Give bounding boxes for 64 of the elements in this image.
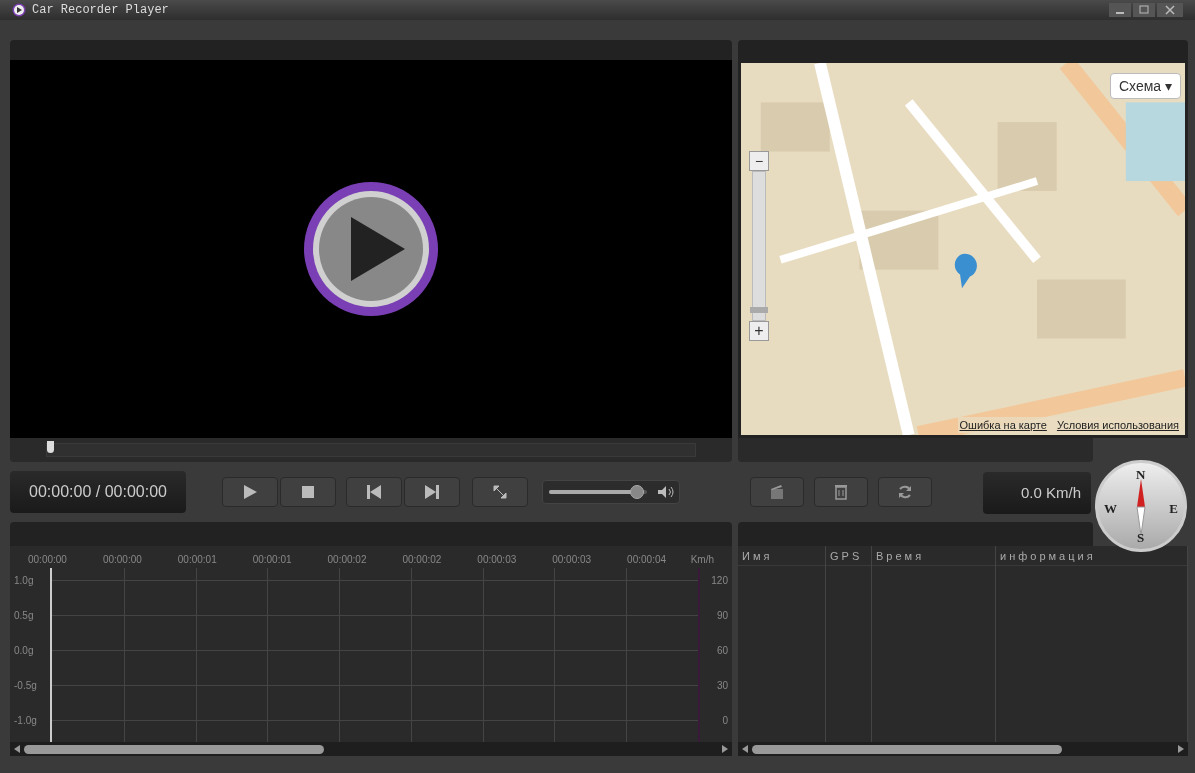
time-tick-label: 00:00:01 xyxy=(177,553,217,567)
time-tick-label: 00:00:02 xyxy=(327,553,367,567)
speed-tick-label: 0 xyxy=(722,714,728,728)
g-force-tick-label: 1.0g xyxy=(14,574,34,588)
delete-button[interactable] xyxy=(814,477,868,507)
compass-west-label: W xyxy=(1104,500,1117,518)
speed-display: 0.0 Km/h xyxy=(983,472,1091,514)
compass-south-label: S xyxy=(1137,528,1145,547)
time-tick-label: 00:00:03 xyxy=(552,553,592,567)
map-layer-dropdown[interactable]: Схема ▾ xyxy=(1109,73,1181,99)
stop-icon xyxy=(302,486,314,498)
scroll-left-icon[interactable] xyxy=(14,745,20,753)
g-force-tick-label: 0.0g xyxy=(14,644,34,658)
axis-unit-label: Km/h xyxy=(690,553,714,567)
app-logo-icon xyxy=(12,3,26,17)
previous-icon xyxy=(366,485,382,499)
compass-north-label: N xyxy=(1136,466,1146,484)
speed-tick-label: 120 xyxy=(711,574,728,588)
time-tick-label: 00:00:02 xyxy=(402,553,442,567)
zoom-slider-thumb[interactable] xyxy=(750,306,768,313)
time-tick-label: 00:00:01 xyxy=(252,553,292,567)
speed-tick-label: 30 xyxy=(716,679,728,693)
refresh-button[interactable] xyxy=(878,477,932,507)
time-display: 00:00:00 / 00:00:00 xyxy=(10,471,186,513)
play-button[interactable] xyxy=(222,477,278,507)
scroll-right-icon[interactable] xyxy=(1178,745,1184,753)
clapperboard-icon xyxy=(770,484,784,500)
compass-east-label: E xyxy=(1169,500,1178,518)
play-icon xyxy=(242,484,258,500)
scroll-right-icon[interactable] xyxy=(722,745,728,753)
time-tick-label: 00:00:03 xyxy=(477,553,517,567)
seek-handle[interactable] xyxy=(47,441,54,453)
compass-needle-icon xyxy=(1136,479,1146,535)
refresh-icon xyxy=(897,484,913,500)
g-force-tick-label: -1.0g xyxy=(14,714,37,728)
minimize-icon[interactable] xyxy=(1109,3,1131,17)
volume-handle[interactable] xyxy=(630,485,645,499)
map-link[interactable]: Ошибка на карте xyxy=(959,416,1047,433)
g-force-tick-label: 0.5g xyxy=(14,609,34,623)
zoom-out-button[interactable]: − xyxy=(749,151,769,171)
map-link[interactable]: Условия использования xyxy=(1056,416,1179,433)
next-icon xyxy=(424,485,440,499)
scroll-left-icon[interactable] xyxy=(742,745,748,753)
horizontal-scrollbar[interactable] xyxy=(24,744,324,754)
close-icon[interactable] xyxy=(1157,3,1183,17)
fullscreen-button[interactable] xyxy=(472,477,528,507)
time-tick-label: 00:00:04 xyxy=(627,553,667,567)
window-title: Car Recorder Player xyxy=(32,2,169,19)
horizontal-scrollbar[interactable] xyxy=(752,744,1062,754)
previous-button[interactable] xyxy=(346,477,402,507)
expand-arrows-icon xyxy=(493,485,507,499)
stop-button[interactable] xyxy=(280,477,336,507)
speed-tick-label: 90 xyxy=(716,609,728,623)
trash-icon xyxy=(835,484,847,500)
speaker-icon[interactable] xyxy=(657,485,675,499)
zoom-slider-track[interactable] xyxy=(752,171,766,321)
next-button[interactable] xyxy=(404,477,460,507)
g-force-tick-label: -0.5g xyxy=(14,679,37,693)
time-tick-label: 00:00:00 xyxy=(102,553,142,567)
play-logo-icon[interactable] xyxy=(303,181,439,317)
clip-button[interactable] xyxy=(750,477,804,507)
speed-tick-label: 60 xyxy=(716,644,728,658)
time-tick-label: 00:00:00 xyxy=(28,553,67,567)
zoom-in-button[interactable]: + xyxy=(749,321,769,341)
